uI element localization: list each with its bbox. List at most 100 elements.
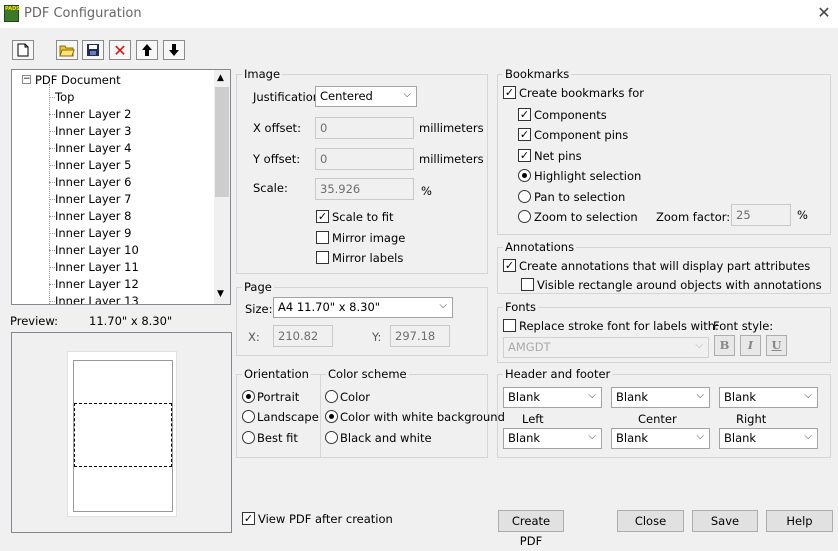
- tree-item[interactable]: Inner Layer 5: [55, 157, 131, 173]
- best-fit-radio[interactable]: [242, 431, 255, 444]
- visible-rectangle-label: Visible rectangle around objects with an…: [537, 278, 822, 292]
- tree-item[interactable]: Inner Layer 2: [55, 106, 131, 122]
- landscape-radio[interactable]: [242, 410, 255, 423]
- scroll-down-icon[interactable]: ▼: [217, 289, 224, 299]
- yoffset-field[interactable]: 0: [315, 148, 414, 170]
- zoom-factor-unit: %: [797, 208, 808, 222]
- yoffset-label: Y offset:: [253, 152, 301, 166]
- scale-to-fit-checkbox[interactable]: ✓: [316, 210, 329, 223]
- arrow-up-icon[interactable]: [136, 40, 158, 60]
- right-label: Right: [736, 412, 767, 426]
- black-white-radio[interactable]: [325, 431, 338, 444]
- visible-rectangle-checkbox[interactable]: [521, 278, 534, 291]
- net-pins-label: Net pins: [534, 149, 582, 163]
- image-group-label: Image: [242, 67, 283, 81]
- components-label: Components: [534, 108, 607, 122]
- pdf-document-tree[interactable]: − PDF Document Top Inner Layer 2 Inner Lay…: [11, 69, 231, 305]
- close-button[interactable]: Close: [617, 510, 684, 532]
- bold-button[interactable]: B: [714, 335, 735, 356]
- page-size-select[interactable]: A4 11.70" x 8.30" ⌵: [273, 297, 453, 318]
- tree-item[interactable]: Inner Layer 8: [55, 208, 131, 224]
- tree-item[interactable]: Top: [55, 89, 74, 105]
- mirror-labels-label: Mirror labels: [332, 251, 404, 265]
- chevron-down-icon: ⌵: [695, 340, 703, 351]
- chevron-down-icon: ⌵: [588, 431, 596, 442]
- preview-panel: [11, 332, 232, 533]
- preview-page: [67, 351, 177, 517]
- tree-item[interactable]: Inner Layer 11: [55, 259, 139, 275]
- footer-right-select[interactable]: Blank ⌵: [719, 428, 818, 449]
- xoffset-unit: millimeters: [419, 121, 484, 135]
- collapse-icon[interactable]: −: [22, 75, 31, 84]
- chevron-down-icon: ⌵: [696, 431, 704, 442]
- justification-select[interactable]: Centered ⌵: [315, 86, 417, 107]
- header-center-select[interactable]: Blank ⌵: [611, 387, 710, 408]
- pan-selection-radio[interactable]: [518, 190, 531, 203]
- preview-label: Preview:: [10, 314, 59, 328]
- scrollbar-thumb[interactable]: [215, 87, 229, 197]
- tree-item[interactable]: Inner Layer 13: [55, 293, 139, 304]
- tree-item[interactable]: Inner Layer 10: [55, 242, 139, 258]
- underline-button[interactable]: U: [766, 335, 787, 356]
- page-group-label: Page: [242, 280, 274, 294]
- folder-open-icon[interactable]: [56, 40, 78, 60]
- view-pdf-label: View PDF after creation: [258, 512, 393, 526]
- delete-icon[interactable]: ✕: [109, 40, 131, 60]
- portrait-radio[interactable]: [242, 390, 255, 403]
- arrow-down-icon[interactable]: [163, 40, 185, 60]
- component-pins-checkbox[interactable]: ✓: [518, 128, 531, 141]
- page-y-field[interactable]: 297.18: [390, 325, 450, 347]
- close-window-icon[interactable]: ✕: [815, 4, 833, 22]
- components-checkbox[interactable]: ✓: [518, 108, 531, 121]
- tree-item[interactable]: Inner Layer 9: [55, 225, 131, 241]
- header-right-select[interactable]: Blank ⌵: [719, 387, 818, 408]
- tree-item[interactable]: Inner Layer 4: [55, 140, 131, 156]
- tree-item[interactable]: Inner Layer 3: [55, 123, 131, 139]
- replace-font-checkbox[interactable]: [503, 319, 516, 332]
- scale-label: Scale:: [253, 181, 288, 195]
- mirror-image-checkbox[interactable]: [316, 231, 329, 244]
- save-button[interactable]: Save: [692, 510, 758, 532]
- page-y-label: Y:: [372, 330, 382, 344]
- scroll-up-icon[interactable]: ▲: [217, 73, 224, 83]
- net-pins-checkbox[interactable]: ✓: [518, 149, 531, 162]
- zoom-selection-radio[interactable]: [518, 210, 531, 223]
- highlight-selection-label: Highlight selection: [534, 169, 642, 183]
- scale-to-fit-label: Scale to fit: [332, 210, 394, 224]
- center-label: Center: [638, 412, 677, 426]
- create-bookmarks-checkbox[interactable]: ✓: [503, 86, 516, 99]
- footer-left-select[interactable]: Blank ⌵: [503, 428, 602, 449]
- color-radio[interactable]: [325, 390, 338, 403]
- create-annotations-checkbox[interactable]: ✓: [503, 259, 516, 272]
- preview-size: 11.70" x 8.30": [89, 314, 173, 328]
- view-pdf-checkbox[interactable]: ✓: [242, 512, 255, 525]
- create-pdf-button[interactable]: Create PDF: [498, 510, 564, 548]
- color-white-radio[interactable]: [325, 410, 338, 423]
- chevron-down-icon: ⌵: [804, 431, 812, 442]
- header-left-select[interactable]: Blank ⌵: [503, 387, 602, 408]
- italic-button[interactable]: I: [740, 335, 761, 356]
- tree-item[interactable]: Inner Layer 12: [55, 276, 139, 292]
- app-logo-icon: PADS: [4, 5, 20, 22]
- chevron-down-icon: ⌵: [588, 390, 596, 401]
- window-title: PDF Configuration: [24, 6, 142, 21]
- create-bookmarks-label: Create bookmarks for: [519, 86, 644, 100]
- tree-item[interactable]: Inner Layer 7: [55, 191, 131, 207]
- save-icon[interactable]: [82, 40, 104, 60]
- zoom-factor-label: Zoom factor:: [656, 210, 731, 224]
- new-document-icon[interactable]: [12, 40, 34, 60]
- tree-item[interactable]: Inner Layer 6: [55, 174, 131, 190]
- tree-root[interactable]: PDF Document: [35, 72, 121, 88]
- scale-field[interactable]: 35.926: [315, 178, 414, 200]
- color-label: Color: [340, 390, 371, 404]
- zoom-factor-field[interactable]: 25: [731, 204, 791, 226]
- highlight-selection-radio[interactable]: [518, 169, 531, 182]
- xoffset-field[interactable]: 0: [315, 117, 414, 139]
- page-x-field[interactable]: 210.82: [273, 325, 333, 347]
- footer-center-select[interactable]: Blank ⌵: [611, 428, 710, 449]
- orientation-group-label: Orientation: [242, 367, 311, 381]
- font-select[interactable]: AMGDT ⌵: [503, 337, 709, 358]
- help-button[interactable]: Help: [766, 510, 833, 532]
- mirror-labels-checkbox[interactable]: [316, 251, 329, 264]
- left-label: Left: [522, 412, 544, 426]
